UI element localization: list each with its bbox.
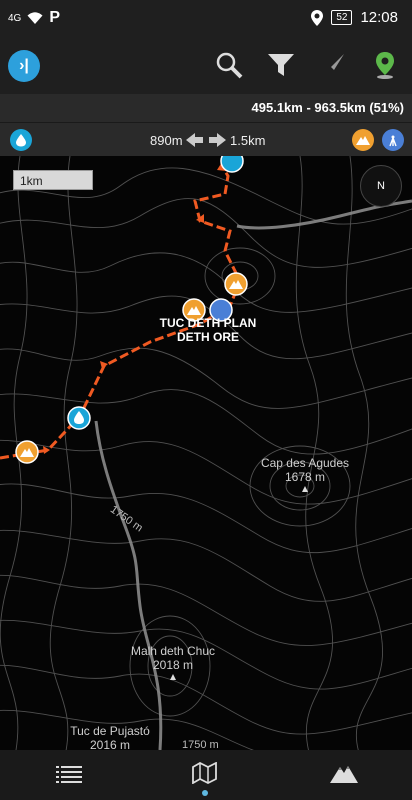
antenna-filter-icon[interactable]	[382, 129, 404, 151]
poi-name-line1: TUC DETH PLAN	[159, 316, 257, 330]
filter-icon[interactable]	[266, 50, 296, 80]
water-filter-icon[interactable]	[10, 129, 32, 151]
peak-elevation: 2018 m	[152, 658, 194, 672]
peak-elevation: 1678 m	[284, 470, 326, 484]
peak-name: Cap des Agudes	[260, 456, 350, 470]
range-from: 890m	[150, 133, 183, 148]
location-icon	[311, 9, 324, 26]
poi-name-line2: DETH ORE	[176, 330, 239, 344]
peak-name: Malh deth Chuc	[130, 644, 216, 658]
compass-icon[interactable]: N	[360, 165, 402, 207]
top-toolbar: ›|	[0, 36, 412, 94]
map-icon[interactable]	[192, 762, 218, 784]
peak-marker-icon	[302, 486, 308, 492]
map-scale: 1km	[13, 170, 93, 190]
wifi-icon	[27, 12, 43, 24]
mountain-icon[interactable]	[330, 762, 358, 784]
status-bar: 4G P 52 12:08	[0, 0, 412, 36]
poi-label: TUC DETH PLAN DETH ORE	[158, 316, 258, 344]
location-pin-icon[interactable]	[370, 50, 400, 80]
peak-elevation: 2016 m	[89, 738, 131, 750]
contour-label: 1750 m	[182, 739, 219, 750]
navigate-icon[interactable]	[318, 50, 348, 80]
carrier-logo: P	[49, 9, 61, 26]
battery-indicator: 52	[331, 10, 353, 25]
bottom-nav	[0, 750, 412, 800]
peak-marker-icon	[170, 674, 176, 680]
active-tab-indicator	[202, 790, 208, 796]
range-arrows-icon	[186, 133, 226, 147]
range-to: 1.5km	[230, 133, 266, 148]
peak-name: Tuc de Pujastó	[70, 724, 150, 738]
map-view[interactable]: 1km N TUC DETH PLAN DETH ORE Cap des Agu…	[0, 156, 412, 750]
distance-range-text: 495.1km - 963.5km (51%)	[251, 100, 404, 115]
peak-label-cap-des-agudes: Cap des Agudes 1678 m	[250, 456, 360, 492]
app-logo-icon[interactable]: ›|	[8, 50, 40, 82]
list-icon[interactable]	[56, 766, 82, 784]
peak-filter-icon[interactable]	[352, 129, 374, 151]
range-bar: 890m 1.5km	[0, 122, 412, 157]
peak-label-tuc-de-pujasto: Tuc de Pujastó 2016 m	[55, 724, 165, 750]
search-icon[interactable]	[214, 50, 244, 80]
peak-label-malh-deth-chuc: Malh deth Chuc 2018 m	[118, 644, 228, 680]
clock: 12:08	[360, 9, 398, 26]
compass-label: N	[377, 180, 385, 192]
distance-stats-bar: 495.1km - 963.5km (51%)	[0, 94, 412, 122]
network-indicator: 4G	[8, 12, 22, 24]
